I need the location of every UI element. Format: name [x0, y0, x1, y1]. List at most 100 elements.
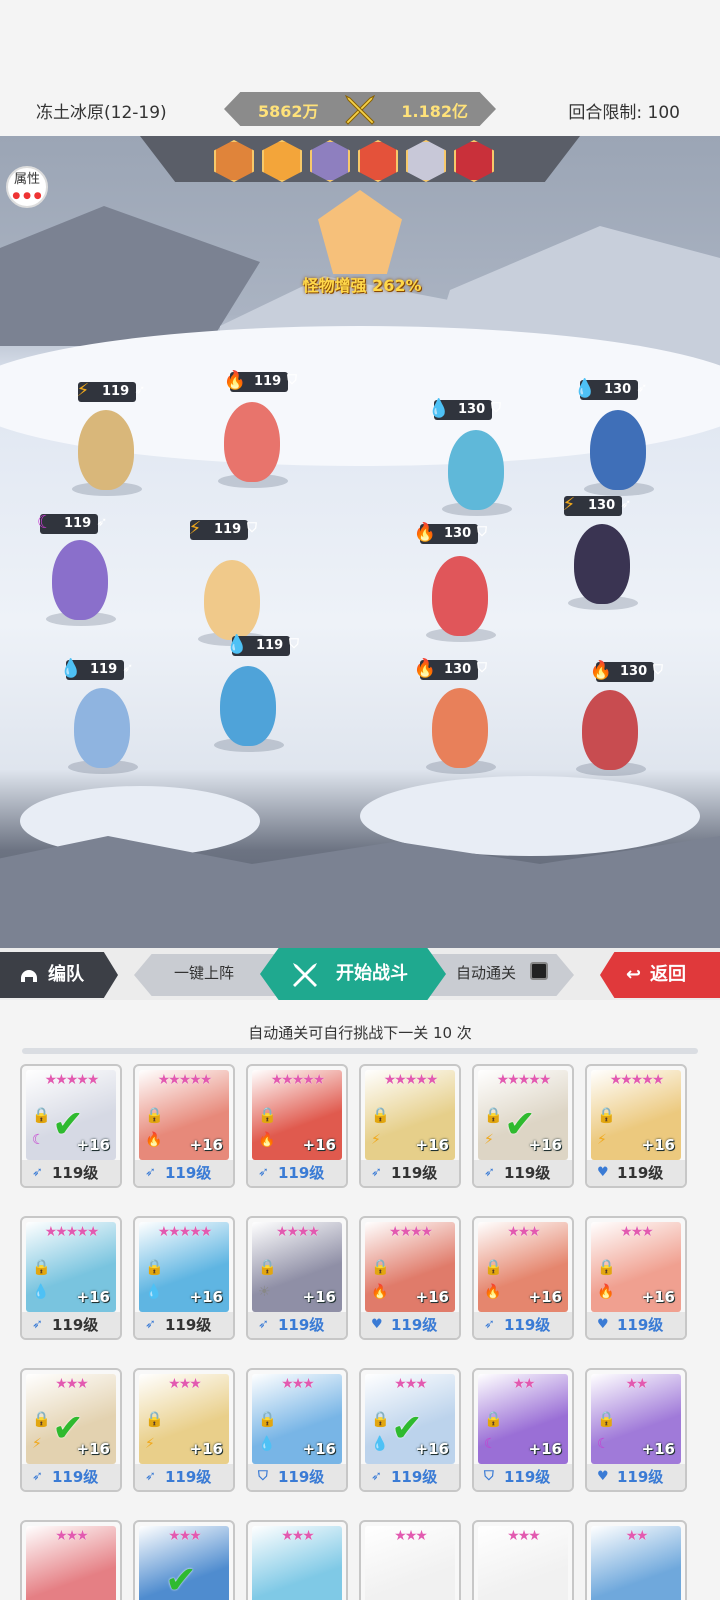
hero-card[interactable]: ★★★★ 🔒 ☀ +16 ➶ 119级 — [246, 1216, 348, 1340]
ally-unit-5[interactable] — [74, 688, 130, 768]
enhance-level: +16 — [528, 1288, 562, 1306]
boss-emblem-icon — [318, 190, 402, 274]
water-icon: 💧 — [371, 1436, 389, 1452]
enemy-unit-1[interactable] — [448, 430, 504, 510]
hero-level: ➶ 119级 — [361, 1160, 459, 1186]
speed-icon: ➶ — [258, 1165, 269, 1180]
hero-card[interactable]: ★★★★★ 🔒 ☾ +16 ➶ 119级 ✔ — [20, 1064, 122, 1188]
hero-card[interactable]: ★★ 🔒 ☾ +16 ⛉ 119级 — [472, 1368, 574, 1492]
sun-icon: ☀ — [258, 1284, 271, 1300]
team-power: 5862万 — [258, 102, 319, 121]
water-icon: 💧 — [427, 398, 451, 419]
attribute-color-dots: ● ● ● — [12, 191, 42, 201]
water-icon: 💧 — [225, 634, 249, 655]
hero-level-text: 119级 — [617, 1316, 664, 1334]
hero-level-text: 119级 — [52, 1316, 99, 1334]
hero-card[interactable]: ★★★ — [20, 1520, 122, 1600]
star-rating: ★★★★★ — [496, 1072, 552, 1088]
ally-level: 119 — [90, 662, 118, 677]
enemy-unit-4[interactable] — [574, 524, 630, 604]
fire-icon: 🔥 — [145, 1132, 163, 1148]
hero-card[interactable]: ★★★★★ 🔒 ⚡ +16 ➶ 119级 — [359, 1064, 461, 1188]
fire-icon: 🔥 — [371, 1284, 389, 1300]
shield-icon: ⛉ — [477, 661, 487, 676]
hero-level: ➶ 119级 — [474, 1160, 572, 1186]
back-button[interactable]: ↩ 返回 — [600, 952, 720, 998]
hero-card[interactable]: ★★★ 🔒 🔥 +16 ♥ 119级 — [585, 1216, 687, 1340]
hero-card[interactable]: ★★★ 🔒 ⚡ +16 ➶ 119级 — [133, 1368, 235, 1492]
water-icon: 💧 — [32, 1284, 50, 1300]
hero-card[interactable]: ★★ — [585, 1520, 687, 1600]
enhance-level: +16 — [415, 1288, 449, 1306]
lock-icon: 🔒 — [145, 1106, 164, 1124]
ally-unit-2[interactable] — [224, 402, 280, 482]
star-rating: ★★★ — [281, 1376, 315, 1392]
ally-level: 119 — [64, 516, 92, 531]
enhance-level: +16 — [189, 1288, 223, 1306]
hero-card[interactable]: ★★★ — [359, 1520, 461, 1600]
speed-icon: ➶ — [371, 1165, 382, 1180]
hero-card[interactable]: ★★★★★ 🔒 ⚡ +16 ♥ 119级 — [585, 1064, 687, 1188]
ally-level-tag: ⚡ 119 ⛉ — [189, 518, 257, 540]
enhance-level: +16 — [302, 1440, 336, 1458]
ally-level-tag: 🔥 119 ⛉ — [224, 370, 297, 392]
team-button[interactable]: 编队 — [0, 952, 118, 998]
hero-card[interactable]: ★★★ 🔒 🔥 +16 ➶ 119级 — [472, 1216, 574, 1340]
ally-unit-1[interactable] — [78, 410, 134, 490]
enemy-unit-2[interactable] — [590, 410, 646, 490]
lock-icon: 🔒 — [597, 1258, 616, 1276]
fire-icon: 🔥 — [413, 522, 437, 543]
start-battle-button[interactable]: 开始战斗 — [260, 948, 446, 1000]
ally-unit-4[interactable] — [204, 560, 260, 640]
ally-unit-6[interactable] — [220, 666, 276, 746]
ally-unit-3[interactable] — [52, 540, 108, 620]
hero-level: ➶ 119级 — [135, 1464, 233, 1490]
lock-icon: 🔒 — [597, 1410, 616, 1428]
star-rating: ★★★ — [168, 1376, 202, 1392]
enemy-unit-6[interactable] — [582, 690, 638, 770]
one-key-deploy-button[interactable]: 一键上阵 — [174, 962, 234, 983]
star-rating: ★★ — [625, 1528, 648, 1544]
hero-card[interactable]: ★★★★★ 🔒 💧 +16 ➶ 119级 — [20, 1216, 122, 1340]
hero-card[interactable]: ★★★ ✔ — [133, 1520, 235, 1600]
enemy-unit-3[interactable] — [432, 556, 488, 636]
hero-level-text: 119级 — [52, 1468, 99, 1486]
enhance-level: +16 — [76, 1288, 110, 1306]
shield-icon: ⛉ — [484, 1469, 494, 1484]
hero-card[interactable]: ★★★★ 🔒 🔥 +16 ♥ 119级 — [359, 1216, 461, 1340]
hero-card[interactable]: ★★★★★ 🔒 🔥 +16 ➶ 119级 — [133, 1064, 235, 1188]
hero-card[interactable]: ★★★ 🔒 💧 +16 ➶ 119级 ✔ — [359, 1368, 461, 1492]
fire-icon: 🔥 — [413, 658, 437, 679]
lock-icon: 🔒 — [597, 1106, 616, 1124]
hero-level-text: 119级 — [165, 1316, 212, 1334]
ally-level: 119 — [214, 522, 242, 537]
lock-icon: 🔒 — [145, 1258, 164, 1276]
thunder-icon: ⚡ — [188, 518, 202, 539]
shield-icon: ⛉ — [477, 525, 487, 540]
hero-level: ♥ 119级 — [587, 1160, 685, 1186]
enemy-unit-5[interactable] — [432, 688, 488, 768]
thunder-icon: ⚡ — [145, 1436, 155, 1452]
hero-card[interactable]: ★★ 🔒 ☾ +16 ♥ 119级 — [585, 1368, 687, 1492]
water-icon: 💧 — [258, 1436, 276, 1452]
attribute-button[interactable]: 属性 ● ● ● — [6, 166, 48, 208]
hero-card[interactable]: ★★★ — [246, 1520, 348, 1600]
speed-icon: ➶ — [258, 1317, 269, 1332]
auto-clear-checkbox[interactable] — [530, 962, 548, 980]
hero-card[interactable]: ★★★ 🔒 💧 +16 ⛉ 119级 — [246, 1368, 348, 1492]
hero-card[interactable]: ★★★ — [472, 1520, 574, 1600]
star-rating: ★★ — [512, 1376, 535, 1392]
star-rating: ★★★★★ — [44, 1072, 100, 1088]
hero-level: ➶ 119级 — [135, 1160, 233, 1186]
hero-card[interactable]: ★★★★★ 🔒 🔥 +16 ➶ 119级 — [246, 1064, 348, 1188]
enhance-level: +16 — [528, 1440, 562, 1458]
hero-card[interactable]: ★★★★★ 🔒 ⚡ +16 ➶ 119级 ✔ — [472, 1064, 574, 1188]
star-rating: ★★★ — [55, 1528, 89, 1544]
hero-card[interactable]: ★★★★★ 🔒 💧 +16 ➶ 119级 — [133, 1216, 235, 1340]
battlefield: 属性 ● ● ● 怪物增强 262% ⚡ 119 ➶ 🔥 119 ⛉ ☾ 119 ➶ ⚡ 119 ⛉ 💧… — [0, 136, 720, 948]
hero-card[interactable]: ★★★ 🔒 ⚡ +16 ➶ 119级 ✔ — [20, 1368, 122, 1492]
game-screen: 冻土冰原(12-19) 5862万 1.182亿 回合限制: 100 属性 ● … — [0, 0, 720, 1600]
star-rating: ★★★★★ — [44, 1224, 100, 1240]
hero-level-text: 119级 — [504, 1468, 551, 1486]
crossed-swords-icon — [344, 94, 376, 125]
